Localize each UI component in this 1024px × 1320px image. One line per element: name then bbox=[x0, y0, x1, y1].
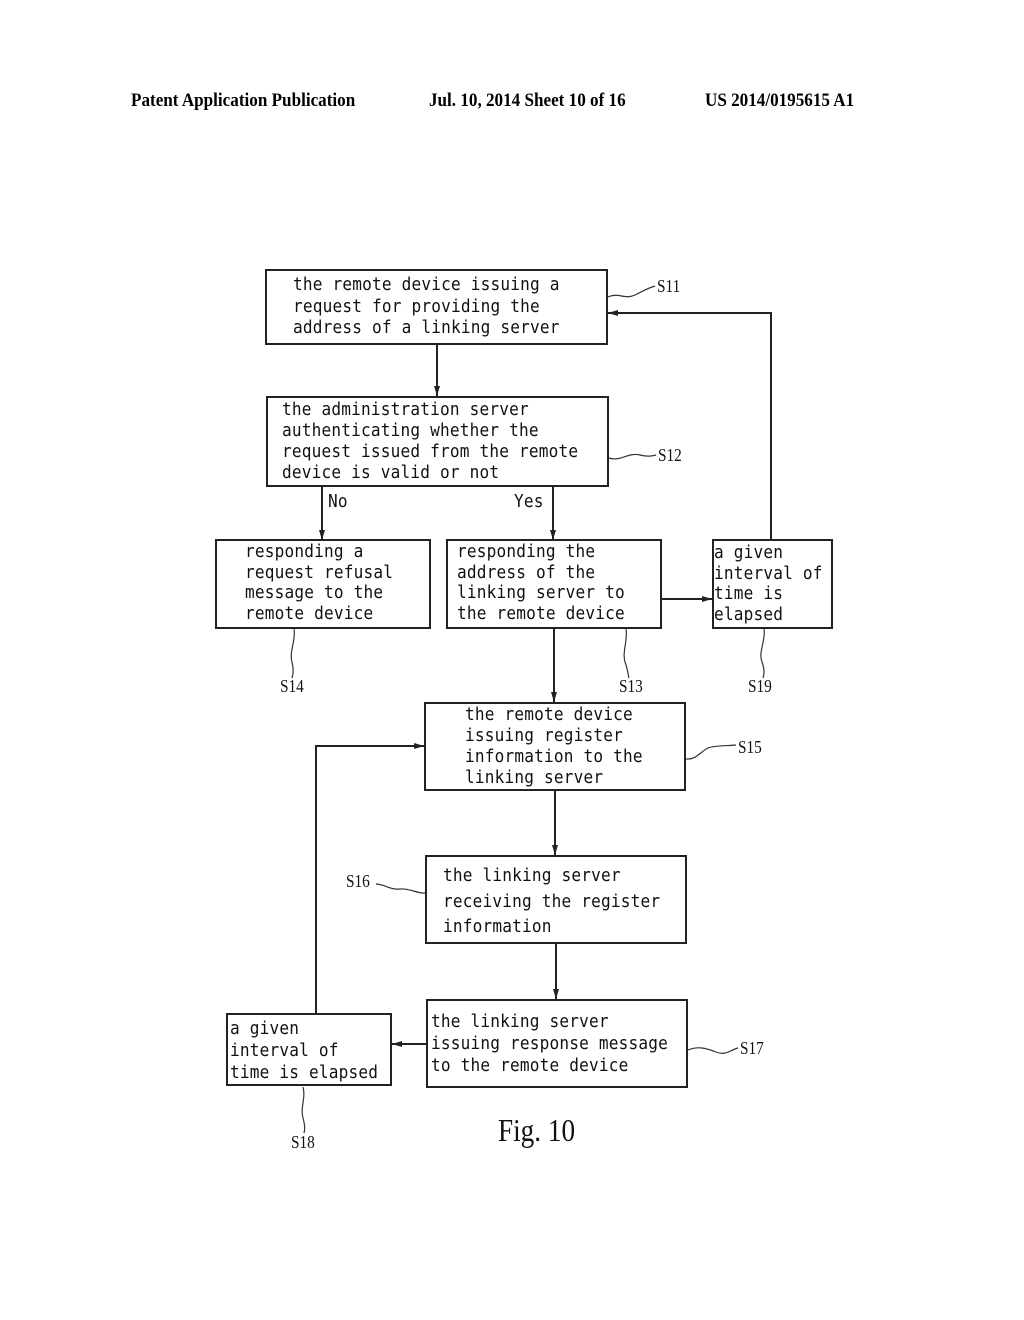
step-text-s19: a given interval of time is elapsed bbox=[714, 543, 823, 625]
step-box-s19: a given interval of time is elapsed bbox=[712, 539, 833, 629]
leader-s19 bbox=[760, 628, 765, 679]
step-box-s18: a given interval of time is elapsed bbox=[226, 1013, 392, 1086]
step-id-s19: S19 bbox=[748, 676, 772, 696]
branch-yes-label: Yes bbox=[514, 492, 544, 512]
step-id-s12: S12 bbox=[658, 445, 682, 465]
step-box-s14: responding a request refusal message to th… bbox=[215, 539, 431, 629]
step-box-s12: the administration server authenticating … bbox=[266, 396, 609, 487]
step-text-s14: responding a request refusal message to th… bbox=[245, 542, 394, 624]
leader-s18 bbox=[301, 1086, 306, 1134]
leader-s16 bbox=[375, 883, 426, 894]
step-id-s17: S17 bbox=[740, 1038, 764, 1058]
step-text-s15: the remote device issuing register informa… bbox=[465, 705, 643, 788]
step-id-s15: S15 bbox=[738, 737, 762, 757]
step-id-s18: S18 bbox=[291, 1132, 315, 1152]
step-box-s13: responding the address of the linking serv… bbox=[446, 539, 662, 629]
step-box-s17: the linking server issuing response messa… bbox=[426, 999, 688, 1088]
leader-s13 bbox=[623, 628, 630, 679]
step-id-s16: S16 bbox=[346, 871, 370, 891]
arrow-s18-s15 bbox=[315, 743, 424, 1014]
step-text-s17: the linking server issuing response messa… bbox=[431, 1012, 669, 1076]
step-text-s12: the administration server authenticating … bbox=[282, 400, 579, 483]
arrow-s19-s11 bbox=[608, 310, 772, 540]
leader-s11 bbox=[607, 285, 656, 298]
figure-caption: Fig. 10 bbox=[498, 1112, 576, 1148]
leader-s14 bbox=[290, 628, 295, 679]
step-box-s11: the remote device issuing a request for p… bbox=[265, 269, 608, 345]
step-box-s15: the remote device issuing register informa… bbox=[424, 702, 686, 791]
branch-no-label: No bbox=[328, 492, 348, 512]
step-text-s16: the linking server receiving the register… bbox=[443, 866, 661, 937]
step-id-s13: S13 bbox=[619, 676, 643, 696]
step-id-s11: S11 bbox=[657, 276, 681, 296]
step-text-s11: the remote device issuing a request for p… bbox=[293, 275, 560, 338]
step-box-s16: the linking server receiving the register… bbox=[425, 855, 687, 944]
step-id-s14: S14 bbox=[280, 676, 304, 696]
leader-s15 bbox=[685, 744, 737, 760]
leader-s17 bbox=[687, 1047, 739, 1054]
step-text-s18: a given interval of time is elapsed bbox=[230, 1019, 379, 1083]
leader-s12 bbox=[608, 453, 657, 460]
step-text-s13: responding the address of the linking serv… bbox=[457, 542, 625, 624]
